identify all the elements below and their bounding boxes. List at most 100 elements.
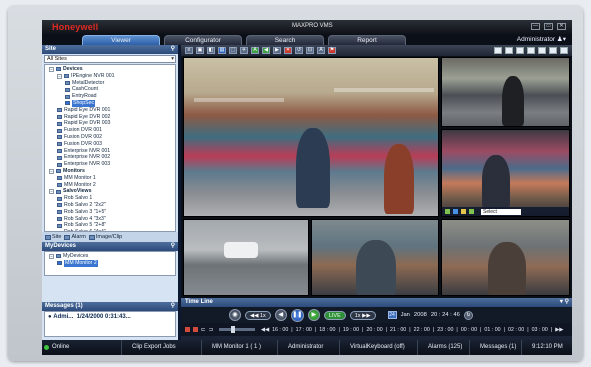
user-menu[interactable]: Administrator ♟▾ [517, 35, 566, 45]
tree-item[interactable]: Enterprise NVR 003 [45, 161, 175, 168]
step-back-icon[interactable]: ◀ [274, 309, 287, 321]
speed-forward-pill[interactable]: 1x ▶▶ [349, 310, 376, 320]
tree-item[interactable]: Fusion DVR 002 [45, 134, 175, 141]
toolbar-button-icon[interactable]: ◀ [262, 47, 270, 54]
tree-item[interactable]: MM Monitor 2 [45, 259, 175, 267]
pause-icon[interactable]: ❚❚ [290, 308, 304, 322]
status-keyboard[interactable]: VirtualKeyboard (off) [340, 340, 418, 355]
speed-rewind-pill[interactable]: ◀◀ 1x [245, 310, 271, 320]
toolbar-button-icon[interactable]: ⚑ [328, 47, 336, 54]
expand-toggle-icon[interactable]: − [49, 189, 54, 195]
tree-item[interactable]: ShopSec [45, 99, 175, 107]
tree-item[interactable]: Rapid Eye DVR 003 [45, 120, 175, 127]
layout-1x1-icon[interactable] [494, 47, 502, 54]
tree-item[interactable]: Fusion DVR 003 [45, 141, 175, 148]
timeline-menu-icon[interactable]: ▾ ⚲ [560, 298, 569, 307]
tab-search[interactable]: Search [246, 35, 324, 45]
live-button[interactable]: LIVE [323, 310, 346, 320]
tab-viewer[interactable]: Viewer [82, 35, 160, 45]
tree-item[interactable]: Rob Salvo 4 "3x3" [45, 216, 175, 223]
status-monitor[interactable]: MM Monitor 1 ( 1 ) [202, 340, 278, 355]
tree-item[interactable]: Rob Salvo 5 "2+8" [45, 222, 175, 229]
tab-report[interactable]: Report [328, 35, 406, 45]
site-filter-select[interactable]: All Sites [44, 55, 176, 63]
toolbar-button-icon[interactable]: ✈ [240, 47, 248, 54]
video-pane-mid-right[interactable]: Select [441, 129, 570, 217]
toolbar-button-icon[interactable]: ✕ [284, 47, 292, 54]
expand-toggle-icon[interactable]: − [49, 168, 54, 174]
marker-red-icon[interactable] [193, 327, 198, 332]
rewind-icon[interactable]: ◉ [229, 309, 241, 321]
tree-item[interactable]: Rob Salvo 1 [45, 195, 175, 202]
marker-out-icon[interactable]: ⊐ [208, 327, 212, 333]
calendar-icon[interactable]: 24 [387, 311, 397, 319]
layout-4x4-icon[interactable] [549, 47, 557, 54]
close-icon[interactable]: ✕ [557, 23, 566, 30]
pin-icon[interactable]: ⚲ [171, 302, 175, 311]
tree-item[interactable]: Enterprise NVR 002 [45, 154, 175, 161]
toolbar-button-icon[interactable]: A [317, 47, 325, 54]
pin-icon[interactable]: ⚲ [171, 242, 175, 251]
tree-item[interactable]: MM Monitor 1 [45, 175, 175, 182]
expand-toggle-icon[interactable]: − [49, 253, 54, 259]
toolbar-button-icon[interactable]: ◧ [207, 47, 215, 54]
scroll-right-icon[interactable]: ▶▶ [555, 327, 563, 333]
video-pane-top-right[interactable] [441, 57, 570, 127]
expand-toggle-icon[interactable]: − [57, 73, 62, 79]
tree-item[interactable]: EntryRoad [45, 93, 175, 100]
toolbar-button-icon[interactable]: ⬚ [229, 47, 237, 54]
zoom-slider[interactable] [218, 326, 255, 333]
tree-item[interactable]: MM Monitor 2 [45, 182, 175, 189]
layout-1plus5-icon[interactable] [527, 47, 535, 54]
tree-item[interactable]: Enterprise NVR 001 [45, 148, 175, 155]
tree-item[interactable]: Rob Salvo 3 "1+5" [45, 209, 175, 216]
toolbar-button-icon[interactable]: ≡ [185, 47, 193, 54]
status-alarms[interactable]: Alarms (125) [418, 340, 470, 355]
tab-site[interactable]: Site [45, 234, 61, 240]
minimize-icon[interactable]: — [531, 23, 540, 30]
refresh-icon[interactable]: ↻ [463, 310, 473, 320]
video-pane-main[interactable] [183, 57, 439, 217]
toolbar-button-icon[interactable]: ▤ [218, 47, 226, 54]
tree-item[interactable]: Rapid Eye DVR 001 [45, 107, 175, 114]
play-icon[interactable]: ▶ [307, 309, 320, 321]
ptz-icon[interactable] [445, 209, 450, 214]
video-pane-bottom-right[interactable] [441, 219, 570, 296]
pin-icon[interactable]: ⚲ [171, 45, 175, 54]
video-pane-bottom-left[interactable] [183, 219, 309, 296]
status-messages[interactable]: Messages (1) [470, 340, 522, 355]
tab-alarm[interactable]: Alarm [64, 234, 86, 240]
expand-toggle-icon[interactable]: − [49, 66, 54, 72]
layout-2plus8-icon[interactable] [538, 47, 546, 54]
zoom-icon[interactable] [453, 209, 458, 214]
scroll-left-icon[interactable]: ◀◀ [261, 327, 269, 333]
tab-image-clip[interactable]: Image/Clip [88, 234, 122, 240]
tree-item[interactable]: − IPEngine NVR 001 [45, 73, 175, 80]
tree-item[interactable]: MetalDetector [45, 80, 175, 87]
record-icon[interactable] [469, 209, 474, 214]
layout-custom-icon[interactable] [560, 47, 568, 54]
maximize-icon[interactable]: ▭ [544, 23, 553, 30]
toolbar-button-icon[interactable]: A [251, 47, 259, 54]
layout-3x3-icon[interactable] [516, 47, 524, 54]
tree-item[interactable]: Rapid Eye DVR 002 [45, 114, 175, 121]
marker-in-icon[interactable]: ⊏ [201, 327, 205, 333]
message-row[interactable]: ● Admi... 1/24/2000 0:31:43... [44, 311, 176, 337]
tab-configurator[interactable]: Configurator [164, 35, 242, 45]
tree-item[interactable]: − Monitors [45, 168, 175, 175]
marker-red-icon[interactable] [185, 327, 190, 332]
video-pane-bottom-middle[interactable] [311, 219, 439, 296]
tree-item[interactable]: Rob Salvo 2 "2x2" [45, 202, 175, 209]
layout-2x2-icon[interactable] [505, 47, 513, 54]
tree-item[interactable]: Fusion DVR 001 [45, 127, 175, 134]
status-clip-export[interactable]: Clip Export Jobs [122, 340, 202, 355]
snapshot-icon[interactable] [461, 209, 466, 214]
toolbar-button-icon[interactable]: ↺ [295, 47, 303, 54]
tree-item[interactable]: − SalvoViews [45, 188, 175, 195]
toolbar-button-icon[interactable]: ⊡ [306, 47, 314, 54]
toolbar-button-icon[interactable]: ▣ [196, 47, 204, 54]
tree-item[interactable]: CashCount [45, 86, 175, 93]
toolbar-button-icon[interactable]: ▶ [273, 47, 281, 54]
tree-item[interactable]: − MyDevices [45, 253, 175, 260]
camera-select[interactable]: Select [481, 208, 521, 215]
